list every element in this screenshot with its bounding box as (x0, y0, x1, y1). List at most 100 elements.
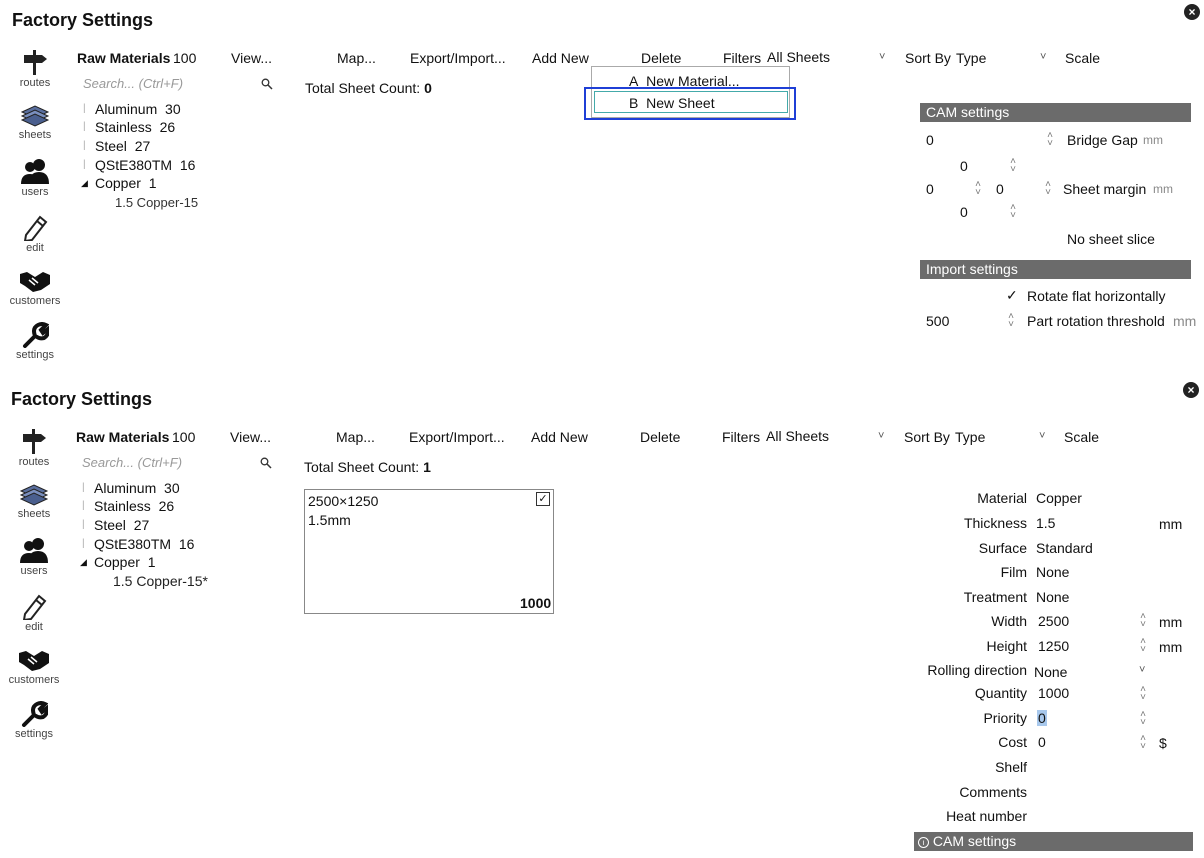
sidebar-item-users[interactable]: users (5, 157, 65, 198)
spinner-icon[interactable]: ˄ ˅ (1138, 734, 1148, 752)
no-sheet-slice-label: No sheet slice (1067, 231, 1155, 247)
cam-settings-header[interactable]: CAM settings (920, 103, 1191, 122)
delete-button[interactable]: Delete (641, 50, 681, 66)
tree-item-qste380tm[interactable]: QStE380TM 16 (95, 157, 195, 173)
view-button[interactable]: View... (230, 429, 271, 445)
chevron-down-icon[interactable]: ˅ (879, 51, 885, 63)
tree-item-qste380tm[interactable]: QStE380TM 16 (94, 536, 194, 552)
close-icon[interactable]: × (1184, 4, 1200, 20)
close-icon[interactable]: × (1183, 382, 1199, 398)
search-input[interactable]: Search... (Ctrl+F) (82, 455, 182, 470)
add-new-button[interactable]: Add New (532, 50, 589, 66)
width-label: Width (991, 613, 1027, 629)
quantity-input[interactable]: 1000 (1038, 685, 1069, 701)
sidebar-item-users[interactable]: users (4, 536, 64, 577)
tree-item-stainless[interactable]: Stainless 26 (94, 498, 174, 514)
cost-label: Cost (998, 734, 1027, 750)
scale-button[interactable]: Scale (1065, 50, 1100, 66)
chevron-down-icon[interactable]: ˅ (1040, 51, 1046, 63)
treatment-value: None (1036, 589, 1070, 605)
filters-select[interactable]: All Sheets (766, 428, 829, 444)
height-unit: mm (1159, 639, 1183, 655)
sort-by-select[interactable]: Type (956, 50, 986, 66)
sidebar-item-routes[interactable]: routes (4, 427, 64, 468)
export-import-button[interactable]: Export/Import... (410, 50, 506, 66)
spinner-icon[interactable]: ˄ ˅ (1008, 203, 1018, 221)
add-new-button[interactable]: Add New (531, 429, 588, 445)
rotate-flat-checkbox[interactable]: ✓ (1006, 287, 1018, 304)
chevron-down-icon[interactable]: ˅ (878, 430, 884, 442)
expand-triangle-icon[interactable]: ◢ (81, 178, 88, 189)
spinner-icon[interactable]: ˄ ˅ (1138, 710, 1148, 728)
margin-bottom-input[interactable]: 0 (960, 204, 968, 220)
page-title: Factory Settings (12, 10, 154, 30)
sidebar-item-settings[interactable]: settings (4, 701, 64, 740)
spinner-icon[interactable]: ˄ ˅ (1008, 157, 1018, 175)
tree-item-copper-sheet[interactable]: 1.5 Copper-15* (113, 573, 208, 589)
sort-by-select[interactable]: Type (955, 429, 985, 445)
spinner-icon[interactable]: ˄ ˅ (1138, 637, 1148, 655)
filters-label: Filters (723, 50, 762, 66)
width-input[interactable]: 2500 (1038, 613, 1069, 629)
tree-item-steel[interactable]: Steel 27 (94, 517, 149, 533)
sheet-card-thickness: 1.5mm (308, 512, 351, 528)
cost-input[interactable]: 0 (1038, 734, 1046, 750)
map-button[interactable]: Map... (336, 429, 375, 445)
search-icon[interactable] (261, 78, 273, 90)
margin-left-input[interactable]: 0 (926, 181, 934, 197)
delete-button[interactable]: Delete (640, 429, 680, 445)
cam-settings-header[interactable]: ı CAM settings (914, 832, 1193, 851)
sidebar-item-sheets[interactable]: sheets (4, 483, 64, 520)
sidebar-item-settings[interactable]: settings (5, 322, 65, 361)
tree-item-steel[interactable]: Steel 27 (95, 138, 150, 154)
rolling-direction-select[interactable]: None (1034, 664, 1067, 680)
priority-label: Priority (983, 710, 1027, 726)
export-import-button[interactable]: Export/Import... (409, 429, 505, 445)
tree-item-aluminum[interactable]: Aluminum 30 (94, 480, 180, 496)
expand-triangle-icon[interactable]: ◢ (80, 557, 87, 568)
spinner-icon[interactable]: ˄ ˅ (1045, 131, 1055, 149)
spinner-icon[interactable]: ˄ ˅ (1138, 685, 1148, 703)
sidebar-item-edit[interactable]: edit (5, 213, 65, 254)
chevron-down-icon[interactable]: ˅ (1139, 664, 1145, 676)
sidebar-item-edit[interactable]: edit (4, 592, 64, 633)
spinner-icon[interactable]: ˄ ˅ (1043, 180, 1053, 198)
margin-right-input[interactable]: 0 (996, 181, 1004, 197)
sheet-card-checkbox[interactable]: ✓ (536, 492, 550, 506)
spinner-icon[interactable]: ˄ ˅ (1138, 612, 1148, 630)
wrench-icon (22, 701, 48, 727)
chevron-down-icon[interactable]: ˅ (1039, 430, 1045, 442)
margin-top-input[interactable]: 0 (960, 158, 968, 174)
sidebar-item-routes[interactable]: routes (5, 48, 65, 89)
handshake-icon (19, 651, 49, 671)
filters-select[interactable]: All Sheets (767, 49, 830, 65)
sidebar-item-sheets[interactable]: sheets (5, 104, 65, 141)
tree-item-copper[interactable]: Copper 1 (95, 175, 157, 191)
map-button[interactable]: Map... (337, 50, 376, 66)
comments-input[interactable] (1036, 783, 1156, 801)
search-input[interactable]: Search... (Ctrl+F) (83, 76, 183, 91)
height-input[interactable]: 1250 (1038, 638, 1069, 654)
search-icon[interactable] (260, 457, 272, 469)
sidebar-item-customers[interactable]: customers (5, 268, 65, 307)
tree-item-copper[interactable]: Copper 1 (94, 554, 156, 570)
sort-by-label: Sort By (905, 50, 951, 66)
priority-input[interactable]: 0 (1037, 710, 1047, 726)
thickness-value: 1.5 (1036, 515, 1056, 531)
heat-number-input[interactable] (1036, 807, 1156, 825)
rotation-threshold-input[interactable]: 500 (926, 313, 949, 329)
scale-button[interactable]: Scale (1064, 429, 1099, 445)
users-icon (21, 159, 49, 184)
spinner-icon[interactable]: ˄ ˅ (1006, 312, 1016, 330)
view-button[interactable]: View... (231, 50, 272, 66)
sidebar-item-customers[interactable]: customers (4, 647, 64, 686)
rotation-threshold-unit: mm (1173, 313, 1197, 329)
spinner-icon[interactable]: ˄ ˅ (973, 180, 983, 198)
shelf-input[interactable] (1036, 758, 1156, 776)
bridge-gap-input[interactable]: 0 (926, 132, 934, 148)
tree-item-aluminum[interactable]: Aluminum 30 (95, 101, 181, 117)
tree-item-stainless[interactable]: Stainless 26 (95, 119, 175, 135)
width-unit: mm (1159, 614, 1183, 630)
tree-item-copper-sheet[interactable]: 1.5 Copper-15 (115, 195, 198, 210)
import-settings-header[interactable]: Import settings (920, 260, 1191, 279)
